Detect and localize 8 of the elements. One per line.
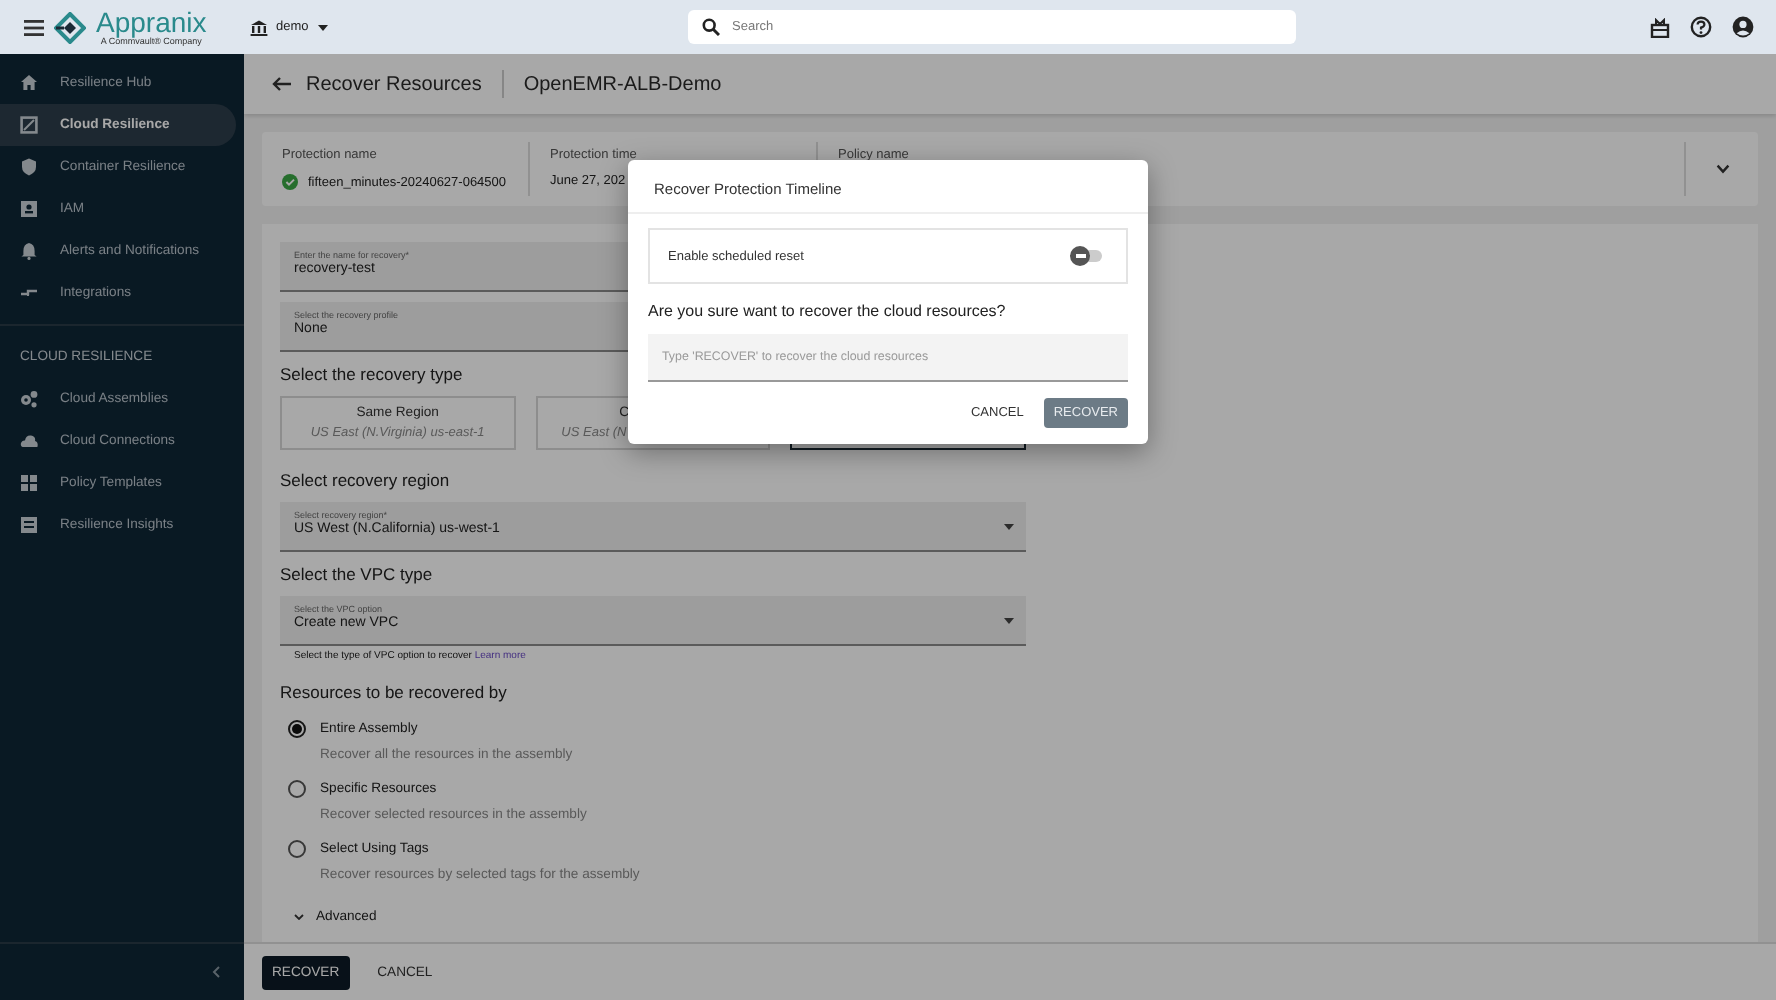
section-heading: Select recovery region <box>280 470 452 490</box>
section-heading: Select the recovery type <box>280 364 465 384</box>
section-heading: Select the VPC type <box>280 564 435 584</box>
section-heading: Resources to be recovered by <box>280 682 509 702</box>
page-subtitle: OpenEMR-ALB-Demo <box>523 73 722 95</box>
brand-name: Appranix <box>96 7 207 36</box>
dialog-question: Are you sure want to recover the cloud resources? <box>648 302 1008 320</box>
page-title: Recover Resources <box>306 73 482 95</box>
